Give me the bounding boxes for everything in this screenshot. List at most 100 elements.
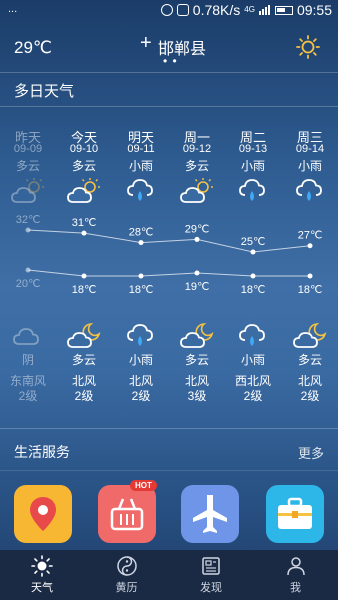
low-temp-label: 20℃: [16, 278, 41, 290]
tab-news[interactable]: 发现: [169, 550, 253, 600]
cloud-icon: [11, 322, 45, 350]
shopping-basket-icon: [98, 485, 156, 548]
news-icon: [200, 555, 222, 577]
forecast-night-condition: 阴: [21, 353, 34, 367]
rain-cloud-icon: [293, 177, 327, 205]
forecast-date: 09-10: [69, 143, 99, 155]
forecast-night-condition: 多云: [184, 353, 209, 367]
high-temp-label: 32℃: [16, 214, 41, 226]
forecast-date: 09-11: [127, 143, 155, 155]
high-temp-point: [25, 227, 31, 233]
low-temp-point: [250, 273, 256, 279]
status-right: 0.78K/s 4G 09:55: [160, 2, 332, 18]
alarm-icon: [160, 4, 173, 16]
low-temp-label: 18℃: [241, 284, 266, 296]
high-temp-label: 29℃: [185, 223, 210, 235]
high-temp-label: 25℃: [241, 236, 266, 248]
forecast-night-condition: 小雨: [240, 353, 265, 367]
forecast-date: 09-12: [182, 143, 212, 155]
services-divider: [0, 470, 338, 471]
forecast-wind-level: 2级: [74, 389, 94, 403]
tab-yin-yang[interactable]: 黄历: [85, 550, 169, 600]
network-speed: 0.78K/s: [192, 2, 241, 18]
high-temp-label: 31℃: [72, 217, 97, 229]
forecast-day-condition: 小雨: [128, 159, 153, 173]
briefcase-icon: [266, 485, 324, 548]
tab-person[interactable]: 我: [254, 550, 338, 600]
low-temp-point: [25, 267, 31, 273]
sun-icon[interactable]: [296, 35, 320, 59]
forecast-wind-level: 3级: [187, 389, 207, 403]
high-temp-point: [250, 249, 256, 255]
airplane-app-button[interactable]: [181, 485, 239, 543]
partly-cloudy-moon-icon: [293, 322, 327, 350]
header-divider: [0, 72, 338, 73]
tab-label: 我: [290, 582, 301, 594]
battery-icon: [274, 5, 293, 15]
forecast-date: 09-14: [295, 143, 325, 155]
eye-icon: [176, 4, 189, 16]
temperature-chart: 32℃ 31℃ 28℃ 29℃ 25℃ 27℃ 20℃ 18℃ 18℃ 19℃ 18℃ 18℃: [16, 214, 323, 296]
low-temp-label: 19℃: [185, 281, 210, 293]
high-temp-point: [307, 243, 313, 249]
forecast-day-condition: 小雨: [240, 159, 265, 173]
sun-icon: [31, 555, 53, 577]
hot-badge: HOT: [130, 480, 157, 491]
rain-cloud-icon: [236, 322, 270, 350]
shopping-basket-app-button[interactable]: [98, 485, 156, 543]
low-temp-point: [138, 273, 144, 279]
services-divider-top: [0, 428, 338, 429]
location-pin-icon: [14, 485, 72, 548]
status-bar: ... 0.78K/s 4G 09:55: [0, 0, 338, 22]
signal-icon: [258, 5, 270, 15]
high-temp-point: [194, 236, 200, 242]
low-temp-point: [81, 273, 87, 279]
high-temp-point: [138, 240, 144, 246]
forecast-wind-level: 2级: [300, 389, 320, 403]
forecast-night-condition: 小雨: [128, 353, 153, 367]
status-left-text: ...: [8, 3, 18, 15]
bottom-tab-bar: 天气 黄历 发现 我: [0, 550, 338, 600]
low-temp-label: 18℃: [298, 284, 323, 296]
rain-cloud-icon: [124, 322, 158, 350]
status-time: 09:55: [296, 2, 332, 18]
partly-cloudy-sun-icon: [11, 177, 45, 205]
tab-label: 黄历: [115, 582, 138, 594]
low-temp-point: [194, 270, 200, 276]
services-title: 生活服务: [14, 444, 70, 460]
person-icon: [285, 555, 307, 577]
current-temperature: 29℃: [14, 38, 53, 57]
forecast-day-condition: 多云: [184, 159, 209, 173]
tab-label: 发现: [200, 582, 222, 594]
forecast-night-condition: 多云: [71, 353, 96, 367]
location-pin-app-button[interactable]: [14, 485, 72, 543]
high-temp-label: 28℃: [129, 227, 154, 239]
high-temp-point: [81, 230, 87, 236]
forecast-divider: [0, 106, 338, 107]
low-temp-label: 18℃: [72, 284, 97, 296]
page-indicator: • •: [163, 54, 178, 68]
forecast-day-condition: 多云: [15, 159, 40, 173]
forecast-wind-level: 2级: [18, 389, 38, 403]
briefcase-app-button[interactable]: [266, 485, 324, 543]
tab-sun[interactable]: 天气: [0, 550, 84, 600]
forecast-wind-level: 2级: [131, 389, 151, 403]
more-link[interactable]: 更多: [298, 443, 324, 462]
low-temp-label: 18℃: [129, 284, 154, 296]
add-city-button[interactable]: +: [140, 32, 152, 55]
network-type: 4G: [244, 5, 255, 14]
tab-label: 天气: [31, 582, 53, 594]
yin-yang-icon: [116, 555, 138, 577]
forecast-night-condition: 多云: [297, 353, 322, 367]
forecast-date: 09-09: [13, 143, 43, 155]
airplane-icon: [181, 485, 239, 548]
forecast-day-condition: 小雨: [297, 159, 322, 173]
partly-cloudy-sun-icon: [180, 177, 214, 205]
low-temp-point: [307, 273, 313, 279]
high-temp-line: [27, 229, 311, 253]
partly-cloudy-sun-icon: [67, 177, 101, 205]
rain-cloud-icon: [236, 177, 270, 205]
forecast-wind-level: 2级: [243, 389, 263, 403]
high-temp-label: 27℃: [298, 230, 323, 242]
rain-cloud-icon: [124, 177, 158, 205]
